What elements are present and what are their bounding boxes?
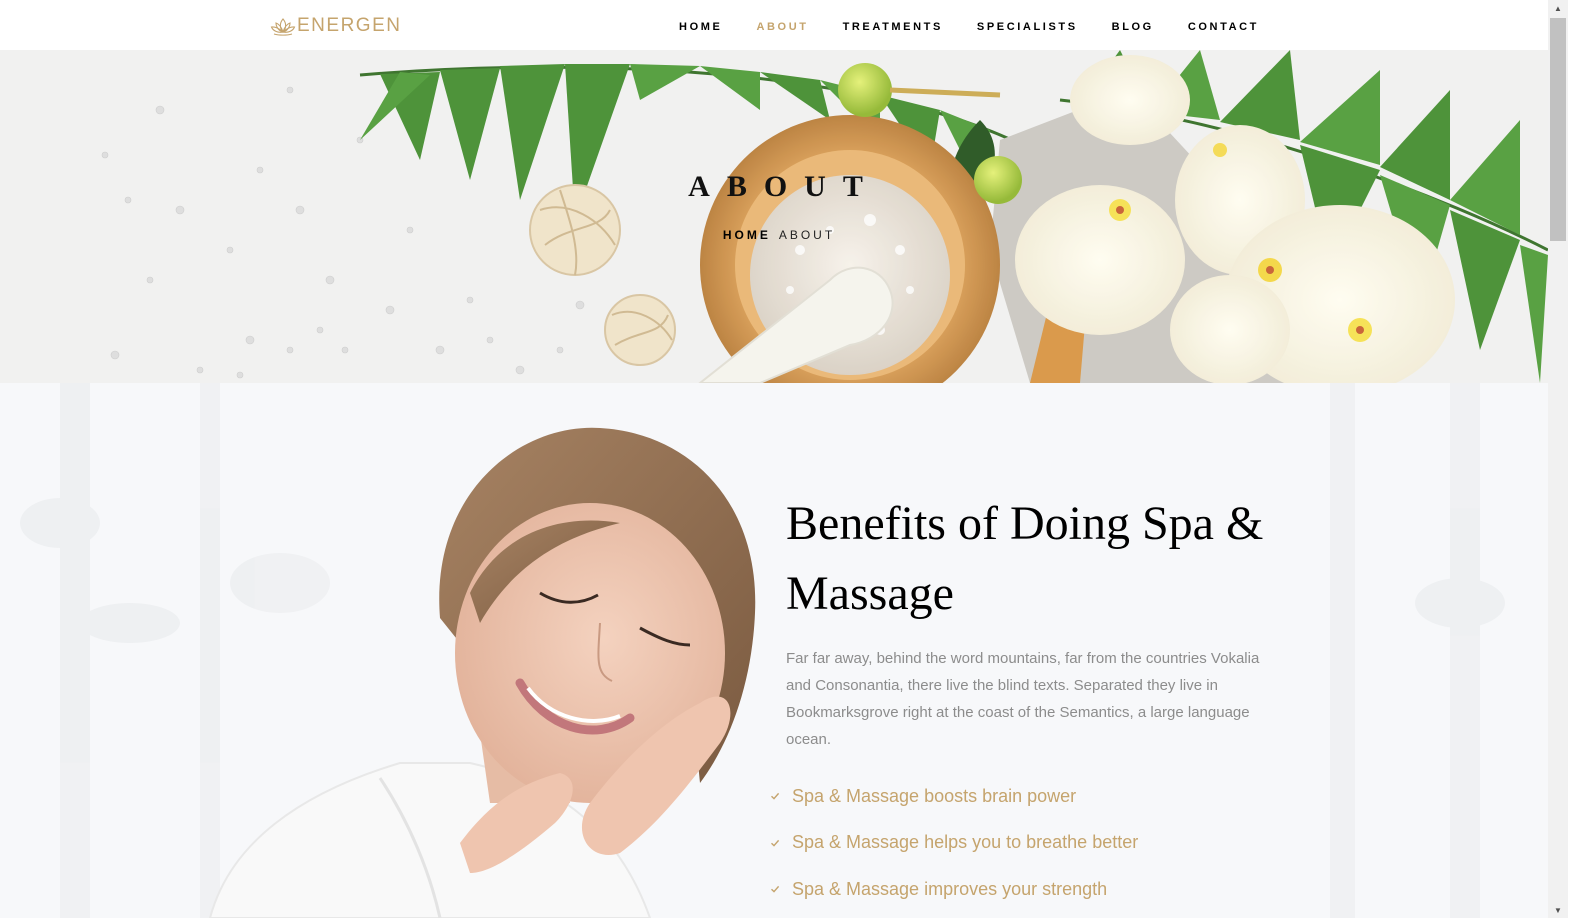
about-content: Benefits of Doing Spa & Massage Far far …	[771, 489, 1266, 913]
about-section: Benefits of Doing Spa & Massage Far far …	[0, 383, 1548, 918]
hero-banner: ABOUT HOME ABOUT	[0, 50, 1548, 383]
benefit-label: Spa & Massage helps you to breathe bette…	[792, 832, 1139, 853]
lotus-icon	[270, 18, 296, 36]
main-nav: HOME ABOUT TREATMENTS SPECIALISTS BLOG C…	[645, 19, 1259, 35]
page-title: ABOUT	[688, 170, 880, 203]
section-heading: Benefits of Doing Spa & Massage	[786, 497, 1264, 620]
top-navbar: ENERGEN HOME ABOUT TREATMENTS SPECIALIST…	[0, 0, 1548, 50]
nav-item-home[interactable]: HOME	[679, 19, 722, 35]
spa-still-life-image	[0, 50, 1548, 383]
list-item: Spa & Massage boosts brain power	[770, 773, 1266, 820]
benefits-list: Spa & Massage boosts brain power Spa & M…	[770, 773, 1266, 913]
benefit-label: Spa & Massage boosts brain power	[792, 785, 1077, 806]
breadcrumb: HOME ABOUT	[0, 228, 1548, 242]
breadcrumb-home-link[interactable]: HOME	[723, 228, 771, 242]
arrow-up-icon[interactable]: ▲	[1548, 0, 1568, 16]
breadcrumb-current: ABOUT	[778, 228, 836, 242]
brand-logo-link[interactable]: ENERGEN	[270, 13, 401, 39]
nav-item-specialists[interactable]: SPECIALISTS	[977, 19, 1078, 35]
check-icon	[771, 839, 780, 847]
nav-item-contact[interactable]: CONTACT	[1188, 19, 1259, 35]
list-item: Spa & Massage improves your strength	[770, 866, 1266, 913]
brand-name: ENERGEN	[297, 15, 402, 36]
check-icon	[771, 793, 780, 800]
vertical-scrollbar[interactable]: ▲ ▼	[1548, 0, 1568, 918]
check-icon	[771, 886, 780, 893]
nav-item-treatments[interactable]: TREATMENTS	[843, 19, 943, 35]
woman-relaxing-image	[208, 427, 756, 918]
nav-item-about[interactable]: ABOUT	[756, 19, 808, 35]
scrollbar-thumb[interactable]	[1550, 18, 1566, 241]
section-paragraph: Far far away, behind the word mountains,…	[786, 650, 1260, 748]
nav-item-blog[interactable]: BLOG	[1112, 19, 1154, 35]
benefit-label: Spa & Massage improves your strength	[792, 878, 1108, 899]
arrow-down-icon[interactable]: ▼	[1548, 902, 1568, 918]
list-item: Spa & Massage helps you to breathe bette…	[770, 820, 1266, 867]
